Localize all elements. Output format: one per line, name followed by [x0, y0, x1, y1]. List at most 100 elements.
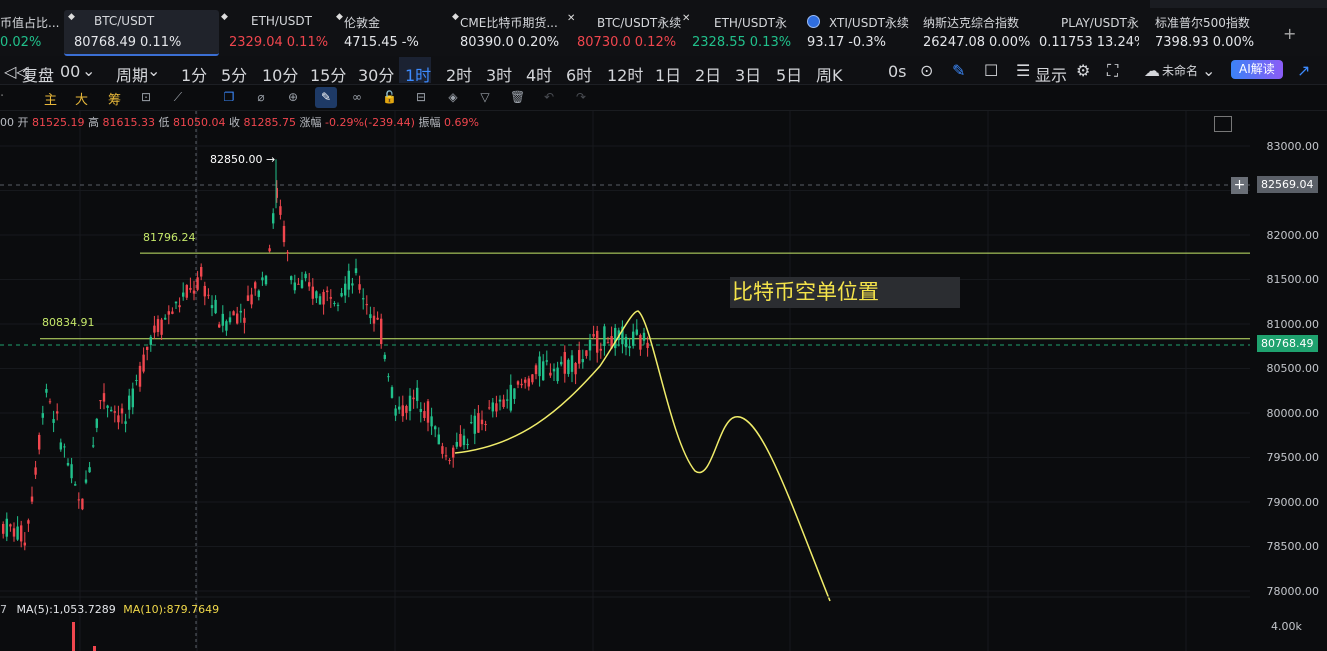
fullscreen-icon[interactable]: ⛶ — [1107, 61, 1118, 81]
candle-body — [30, 496, 34, 502]
camera-icon[interactable]: ⊙ — [920, 61, 933, 80]
add-alert-button[interactable]: + — [1231, 177, 1248, 194]
expand-icon[interactable] — [1214, 116, 1232, 132]
ticker-item[interactable]: ◆ CME比特币期货... 80390.0 0.20% — [452, 10, 565, 54]
candle-body — [9, 524, 12, 527]
interval-5d[interactable]: 5日 — [776, 62, 802, 86]
ticker-item-active[interactable]: ◆ BTC/USDT 80768.49 0.11% — [64, 10, 219, 56]
chevron-down-icon[interactable]: ⌄ — [82, 61, 95, 80]
interval-3h[interactable]: 3时 — [486, 62, 512, 86]
ticker-item[interactable]: 币值占比... 0.02% — [0, 10, 60, 54]
ticker-price: 4715.45 — [344, 35, 398, 50]
eraser-icon[interactable]: ◈ — [446, 90, 460, 104]
open-value: 81525.19 — [32, 116, 85, 129]
axis-label: 80000.00 — [1266, 407, 1320, 420]
ticker-item[interactable]: ◆ ETH/USDT 2329.04 0.11% — [221, 10, 329, 54]
interval-1h[interactable]: 1时 — [405, 62, 431, 86]
interval-6h[interactable]: 6时 — [566, 62, 592, 86]
filter-icon[interactable]: ▽ — [478, 90, 492, 104]
candle-body — [520, 383, 523, 386]
zoom-icon[interactable]: ⊕ — [286, 90, 300, 104]
chart-type-select[interactable]: 00 — [60, 62, 80, 81]
candle-body — [142, 354, 145, 372]
undo-icon[interactable]: ↶ — [542, 90, 556, 104]
hide-icon[interactable]: ⊟ — [414, 90, 428, 104]
interval-5m[interactable]: 5分 — [221, 62, 247, 86]
interval-1m[interactable]: 1分 — [181, 62, 207, 86]
ruler-icon[interactable]: ⟋ — [171, 90, 185, 104]
magnet-icon[interactable]: ∞ — [350, 90, 364, 104]
pin-icon: ◆ — [68, 12, 75, 22]
ticker-price: 80730.0 — [577, 35, 631, 50]
redo-icon[interactable]: ↷ — [574, 90, 588, 104]
display-button[interactable]: 显示 — [1035, 62, 1067, 86]
interval-week[interactable]: 周K — [816, 62, 843, 86]
candle-body — [484, 423, 487, 425]
candle-body — [480, 419, 484, 425]
cloud-icon[interactable]: ☁ — [1144, 61, 1160, 80]
candle-body — [23, 542, 26, 546]
pin-icon: ◆ — [336, 12, 343, 22]
candle-body — [243, 317, 246, 323]
candle-body — [599, 348, 602, 351]
candle-body — [340, 293, 343, 297]
candle-body — [84, 479, 88, 483]
edit-icon[interactable]: ✎ — [952, 61, 965, 80]
trend-icon[interactable]: ↗ — [1297, 61, 1310, 80]
candle-body — [394, 408, 397, 416]
chevron-down-icon[interactable]: ⌄ — [147, 61, 160, 80]
main-indicator-button[interactable]: 主 — [44, 89, 57, 108]
formula-icon[interactable]: ⊡ — [139, 90, 153, 104]
big-order-button[interactable]: 大 — [75, 89, 88, 108]
interval-2h[interactable]: 2时 — [446, 62, 472, 86]
chevron-down-icon[interactable]: ⌄ — [1202, 61, 1215, 80]
pencil-icon[interactable]: ✎ — [319, 90, 333, 104]
annotation-text-box[interactable]: 比特币空单位置 — [730, 277, 960, 308]
candle-body — [632, 331, 635, 346]
list-icon[interactable]: ☰ — [1016, 61, 1030, 80]
interval-2d[interactable]: 2日 — [695, 62, 721, 86]
candle-body — [639, 335, 642, 350]
lock-icon[interactable]: 🔓 — [382, 90, 397, 104]
candlestick-chart[interactable] — [0, 111, 1250, 651]
ticker-item[interactable]: PLAY/USDT永 0.1175313.24% — [1039, 10, 1139, 54]
candle-body — [592, 333, 595, 337]
ticker-item[interactable]: ✕ BTC/USDT永续 80730.0 0.12% — [567, 10, 681, 54]
chip-button[interactable]: 筹 — [108, 89, 121, 108]
candle-body — [574, 363, 577, 375]
measure-icon[interactable]: ⌀ — [254, 90, 268, 104]
interval-4h[interactable]: 4时 — [526, 62, 552, 86]
candle-body — [117, 415, 120, 423]
ai-interpret-button[interactable]: AI解读 — [1231, 60, 1283, 79]
candle-body — [214, 299, 217, 314]
ticker-change: 0.00% — [1212, 35, 1255, 50]
square-icon[interactable]: ☐ — [984, 61, 998, 80]
candle-body — [372, 315, 376, 324]
copy-icon[interactable]: ❐ — [222, 90, 236, 104]
interval-1d[interactable]: 1日 — [655, 62, 681, 86]
ticker-change: 0.02% — [0, 35, 42, 50]
interval-3d[interactable]: 3日 — [735, 62, 761, 86]
ticker-item[interactable]: XTI/USDT永续 93.17 -0.3% — [807, 10, 909, 54]
ticker-item[interactable]: 纳斯达克综合指数 26247.08 0.00% — [923, 10, 1031, 54]
ticker-item[interactable]: 标准普尔500指数 7398.93 0.00% — [1155, 10, 1265, 54]
ticker-change: 0.00% — [989, 35, 1031, 50]
replay-button[interactable]: 复盘 — [22, 62, 54, 86]
interval-10m[interactable]: 10分 — [262, 62, 298, 86]
period-menu[interactable]: 周期 — [116, 62, 148, 86]
ticker-name: BTC/USDT永续 — [597, 16, 682, 30]
interval-30m[interactable]: 30分 — [358, 62, 394, 86]
price-axis[interactable]: 83000.00 82000.00 81500.00 81000.00 8050… — [1250, 111, 1327, 651]
settings-icon[interactable]: ⚙ — [1076, 61, 1090, 80]
candle-body — [329, 297, 332, 299]
interval-15m[interactable]: 15分 — [310, 62, 346, 86]
layout-name[interactable]: 未命名 — [1162, 62, 1198, 79]
candle-body — [146, 346, 149, 350]
interval-12h[interactable]: 12时 — [607, 62, 643, 86]
ticker-item[interactable]: ✕ ETH/USDT永 2328.55 0.13% — [682, 10, 792, 54]
add-ticker-button[interactable]: + — [1283, 24, 1296, 43]
ticker-item[interactable]: ◆ 伦敦金 4715.45 -% — [336, 10, 444, 54]
trash-icon[interactable]: 🗑 — [510, 90, 525, 104]
ticker-name: PLAY/USDT永 — [1061, 16, 1139, 30]
ma-prefix: 7 — [0, 603, 7, 616]
